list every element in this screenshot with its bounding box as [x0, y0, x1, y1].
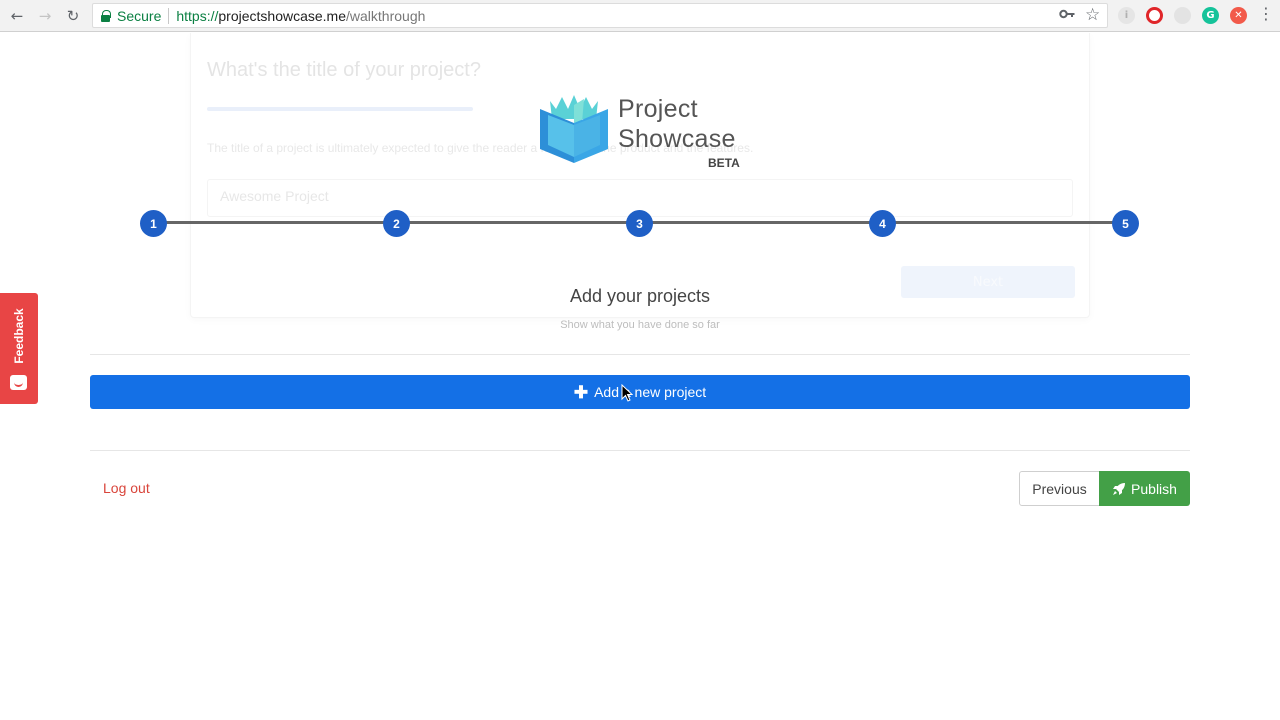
step-1[interactable]: 1: [140, 210, 167, 237]
feedback-tab[interactable]: Feedback: [0, 293, 38, 404]
back-button[interactable]: ←: [6, 5, 28, 27]
forward-button[interactable]: →: [34, 5, 56, 27]
logo-text-line2: Showcase: [618, 125, 736, 153]
previous-step-card: What's the title of your project? The ti…: [190, 33, 1090, 318]
url-path: /walkthrough: [346, 7, 426, 24]
step-4[interactable]: 4: [869, 210, 896, 237]
url-separator: [168, 7, 170, 24]
publish-button[interactable]: Publish: [1099, 471, 1190, 506]
add-project-label: Add a new project: [594, 384, 707, 400]
reload-icon: ↻: [66, 7, 80, 25]
bookmark-star-icon[interactable]: ☆: [1085, 5, 1100, 25]
rocket-icon: [1113, 482, 1126, 495]
address-bar[interactable]: Secure https:// projectshowcase.me /walk…: [92, 3, 1108, 28]
logout-link[interactable]: Log out: [103, 480, 150, 496]
publish-label: Publish: [1131, 480, 1177, 497]
logo-text-line1: Project: [618, 95, 698, 123]
project-showcase-logo: Project Showcase BETA: [538, 93, 748, 173]
add-project-button[interactable]: ✚ Add a new project: [90, 375, 1190, 409]
step-2[interactable]: 2: [383, 210, 410, 237]
step-5[interactable]: 5: [1112, 210, 1139, 237]
lock-icon: [101, 10, 111, 22]
key-icon[interactable]: [1059, 7, 1075, 25]
book-crown-icon: [540, 95, 608, 163]
opera-extension-icon[interactable]: [1146, 7, 1163, 24]
url-scheme: https://: [176, 7, 219, 24]
secure-label: Secure: [117, 7, 162, 24]
walkthrough-page: What's the title of your project? The ti…: [0, 33, 1280, 720]
divider: [90, 450, 1190, 451]
ghost-underline: [207, 107, 473, 111]
mouse-cursor-icon: [621, 384, 633, 402]
extension-icon[interactable]: [1174, 7, 1191, 24]
grammarly-icon[interactable]: G: [1202, 7, 1219, 24]
forward-arrow-icon: →: [38, 7, 52, 25]
extension-icon[interactable]: i: [1118, 7, 1135, 24]
section-subtitle: Show what you have done so far: [560, 319, 720, 331]
beta-badge: BETA: [708, 156, 740, 170]
smiley-icon: [10, 375, 27, 390]
section-title: Add your projects: [569, 286, 711, 306]
plus-icon: ✚: [573, 382, 589, 402]
back-arrow-icon: ←: [10, 7, 24, 25]
previous-button[interactable]: Previous: [1019, 471, 1100, 506]
ghost-question: What's the title of your project?: [207, 59, 481, 81]
feedback-label: Feedback: [12, 308, 26, 364]
step-3[interactable]: 3: [626, 210, 653, 237]
divider: [90, 354, 1190, 355]
browser-toolbar: ← → ↻ Secure https:// projectshowcase.me…: [0, 0, 1280, 32]
url-host: projectshowcase.me: [218, 7, 347, 24]
extension-icon[interactable]: ✕: [1230, 7, 1247, 24]
reload-button[interactable]: ↻: [62, 5, 84, 27]
browser-menu-icon[interactable]: ⋮: [1258, 4, 1274, 23]
